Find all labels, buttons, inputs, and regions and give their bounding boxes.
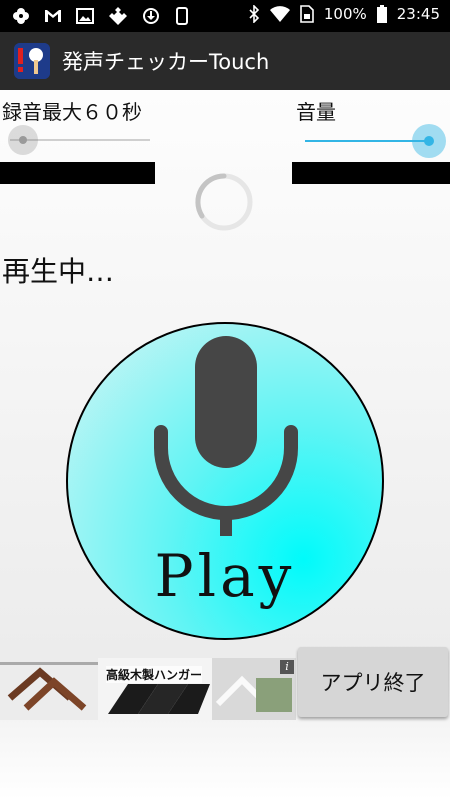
puzzle-icon: [109, 7, 127, 25]
hanger-image: [0, 658, 98, 720]
play-button[interactable]: Play: [66, 322, 384, 640]
recording-level-meter: [0, 162, 155, 184]
battery-icon: [376, 5, 387, 23]
recording-label: 録音最大６０秒: [2, 100, 142, 124]
system-icons: 100% 23:45: [248, 5, 440, 23]
phone-rotate-icon: [176, 7, 188, 25]
volume-slider[interactable]: [303, 124, 448, 158]
clock: 23:45: [396, 5, 440, 23]
play-label: Play: [154, 542, 296, 610]
app-logo-icon: [14, 43, 50, 79]
microphone-icon: [154, 336, 298, 536]
loading-spinner-icon: [195, 173, 253, 231]
volume-level-meter: [292, 162, 450, 184]
volume-slider-thumb[interactable]: [412, 124, 446, 158]
volume-label: 音量: [296, 100, 336, 124]
main-content: 録音最大６０秒 音量 再生中… Play 高級木製ハンガー i アプリ終了: [0, 90, 450, 800]
photo-icon: [76, 8, 94, 24]
exit-app-button[interactable]: アプリ終了: [298, 647, 448, 717]
pinwheel-icon: [13, 8, 29, 24]
recording-slider-thumb[interactable]: [8, 125, 38, 155]
app-bar: 発声チェッカーTouch: [0, 32, 450, 90]
notification-icons: [12, 6, 190, 26]
sim-icon: [300, 5, 314, 23]
ad-text: 高級木製ハンガー: [106, 666, 203, 683]
wifi-icon: [269, 6, 290, 22]
update-icon: [143, 8, 159, 24]
bluetooth-icon: [249, 5, 260, 23]
ad-info-icon[interactable]: i: [280, 660, 294, 674]
ad-banner[interactable]: 高級木製ハンガー i: [0, 658, 296, 720]
battery-percent: 100%: [323, 5, 367, 23]
status-bar: 100% 23:45: [0, 0, 450, 32]
playback-status-text: 再生中…: [2, 255, 115, 288]
app-title: 発声チェッカーTouch: [62, 50, 270, 74]
recording-slider[interactable]: [8, 124, 153, 156]
gmail-icon: [45, 10, 61, 22]
